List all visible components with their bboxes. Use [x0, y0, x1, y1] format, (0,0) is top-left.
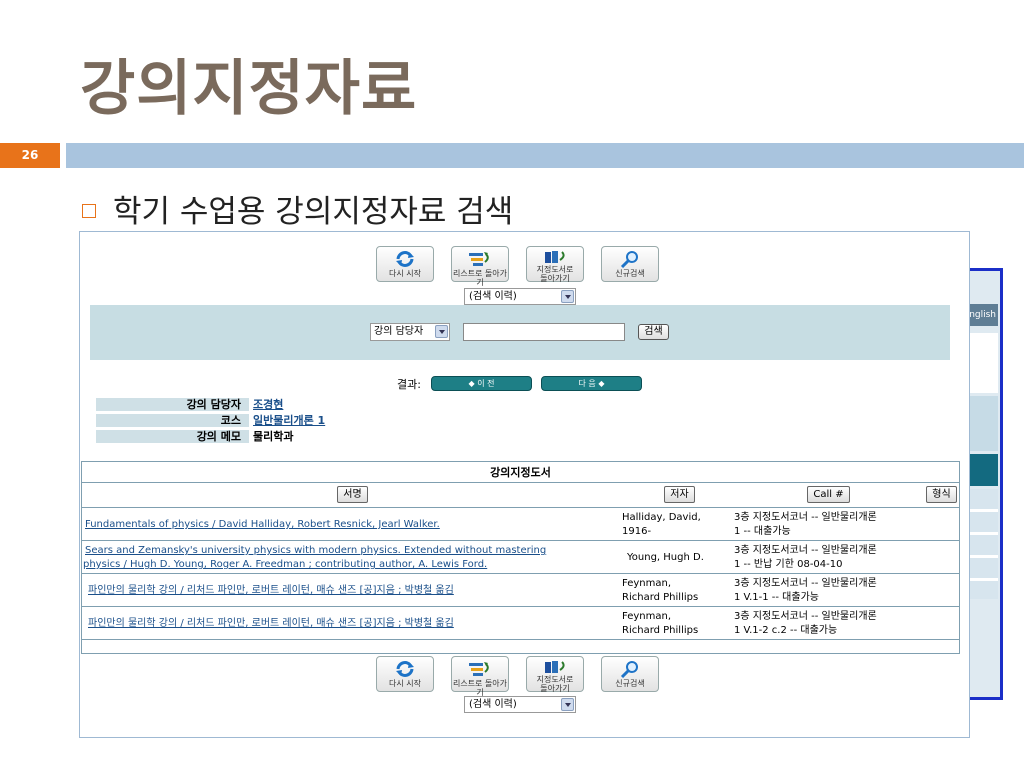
history-select[interactable]: (검색 이력) — [464, 288, 576, 305]
page-number: 26 — [0, 143, 60, 168]
refresh-icon — [396, 661, 414, 677]
reserve-table: 강의지정도서 서명 저자 Call # 형식 Fundamentals of p… — [81, 461, 960, 654]
course-memo: 물리학과 — [253, 430, 294, 443]
back-to-list-button[interactable]: 리스트로 돌아가기 — [451, 246, 509, 287]
history-select-value: (검색 이력) — [469, 699, 517, 710]
restart-label: 다시 시작 — [389, 269, 421, 278]
prev-button[interactable]: ◆ 이 전 — [431, 376, 532, 391]
back-to-reserve-label-2: 돌아가기 — [540, 274, 570, 283]
book-call-line: 1 V.1-1 -- 대출가능 — [734, 592, 819, 603]
table-row: 파인만의 물리학 강의 / 리처드 파인만, 로버트 레이턴, 매슈 샌즈 [공… — [82, 607, 959, 640]
slide-title: 강의지정자료 — [80, 54, 418, 124]
back-to-reserve-label-2: 돌아가기 — [540, 684, 570, 693]
back-to-reserve-button-bottom[interactable]: 지정도서로 돌아가기 — [526, 656, 584, 693]
book-title-link[interactable]: Sears and Zemansky's university physics … — [85, 544, 615, 558]
restart-button[interactable]: 다시 시작 — [376, 246, 434, 282]
refresh-icon — [396, 251, 414, 267]
search-field-select[interactable]: 강의 담당자 — [370, 323, 450, 341]
search-field-value: 강의 담당자 — [374, 326, 424, 337]
book-title-link[interactable]: physics / Hugh D. Young, Roger A. Freedm… — [83, 558, 613, 572]
instructor-link[interactable]: 조경현 — [253, 398, 283, 411]
new-search-label: 신규검색 — [615, 679, 645, 688]
book-title-link[interactable]: 파인만의 물리학 강의 / 리처드 파인만, 로버트 레이턴, 매슈 샌즈 [공… — [88, 617, 618, 631]
back-to-list-label: 리스트로 돌아가기 — [452, 679, 508, 697]
book-title-link[interactable]: 파인만의 물리학 강의 / 리처드 파인만, 로버트 레이턴, 매슈 샌즈 [공… — [88, 584, 618, 598]
reserve-book-icon — [545, 661, 565, 673]
magnifier-icon — [620, 251, 638, 268]
book-call-line: 3층 지정도서코너 -- 일반물리개론 — [734, 545, 877, 556]
history-select-value: (검색 이력) — [469, 291, 517, 302]
next-button[interactable]: 다 음 ◆ — [541, 376, 642, 391]
chevron-down-icon — [435, 325, 448, 338]
bullet-text: 학기 수업용 강의지정자료 검색 — [113, 194, 514, 230]
book-title-link[interactable]: Fundamentals of physics / David Halliday… — [85, 518, 615, 532]
info-key: 코스 — [96, 414, 249, 427]
sort-author-button[interactable]: 저자 — [664, 486, 695, 503]
restart-button-bottom[interactable]: 다시 시작 — [376, 656, 434, 692]
new-search-label: 신규검색 — [615, 269, 645, 278]
results-label: 결과: — [397, 378, 421, 391]
info-key: 강의 메모 — [96, 430, 249, 443]
sort-format-button[interactable]: 형식 — [926, 486, 957, 503]
book-author-line: Richard Phillips — [622, 625, 699, 636]
back-to-list-button-bottom[interactable]: 리스트로 돌아가기 — [451, 656, 509, 697]
back-to-reserve-label-1: 지정도서로 — [536, 675, 574, 684]
book-author-line: Halliday, David, — [622, 512, 701, 523]
sort-call-button[interactable]: Call # — [807, 486, 850, 503]
history-select-bottom[interactable]: (검색 이력) — [464, 696, 576, 713]
search-input[interactable] — [463, 323, 625, 341]
list-back-icon — [469, 662, 489, 676]
book-author-line: Young, Hugh D. — [627, 552, 704, 563]
sort-title-button[interactable]: 서명 — [337, 486, 368, 503]
chevron-down-icon — [561, 290, 574, 303]
list-back-icon — [469, 252, 489, 266]
book-author-line: Richard Phillips — [622, 592, 699, 603]
magnifier-icon — [620, 661, 638, 678]
book-author-line: 1916- — [622, 526, 652, 537]
book-call-line: 3층 지정도서코너 -- 일반물리개론 — [734, 578, 877, 589]
back-to-reserve-button[interactable]: 지정도서로 돌아가기 — [526, 246, 584, 283]
table-header: 서명 저자 Call # 형식 — [82, 483, 959, 508]
course-link[interactable]: 일반물리개론 1 — [253, 414, 325, 427]
back-to-list-label: 리스트로 돌아가기 — [452, 269, 508, 287]
book-call-line: 1 -- 반납 기한 08-04-10 — [734, 559, 843, 570]
search-button[interactable]: 검색 — [638, 324, 669, 340]
reserve-book-icon — [545, 251, 565, 263]
info-key: 강의 담당자 — [96, 398, 249, 411]
table-caption: 강의지정도서 — [82, 462, 959, 483]
book-author-line: Feynman, — [622, 578, 671, 589]
opac-screenshot: 다시 시작 리스트로 돌아가기 지정도서로 돌아가기 신규검색 (검색 이력) — [79, 231, 970, 738]
restart-label: 다시 시작 — [389, 679, 421, 688]
book-call-line: 1 -- 대출가능 — [734, 526, 791, 537]
title-divider-bar — [66, 143, 1024, 168]
table-row: Sears and Zemansky's university physics … — [82, 541, 959, 574]
table-row: 파인만의 물리학 강의 / 리처드 파인만, 로버트 레이턴, 매슈 샌즈 [공… — [82, 574, 959, 607]
book-call-line: 1 V.1-2 c.2 -- 대출가능 — [734, 625, 838, 636]
chevron-down-icon — [561, 698, 574, 711]
new-search-button[interactable]: 신규검색 — [601, 246, 659, 282]
back-to-reserve-label-1: 지정도서로 — [536, 265, 574, 274]
book-author-line: Feynman, — [622, 611, 671, 622]
book-call-line: 3층 지정도서코너 -- 일반물리개론 — [734, 611, 877, 622]
table-row: Fundamentals of physics / David Halliday… — [82, 508, 959, 541]
new-search-button-bottom[interactable]: 신규검색 — [601, 656, 659, 692]
search-band: 강의 담당자 검색 — [90, 305, 950, 360]
book-call-line: 3층 지정도서코너 -- 일반물리개론 — [734, 512, 877, 523]
bullet-square-icon — [82, 204, 96, 218]
